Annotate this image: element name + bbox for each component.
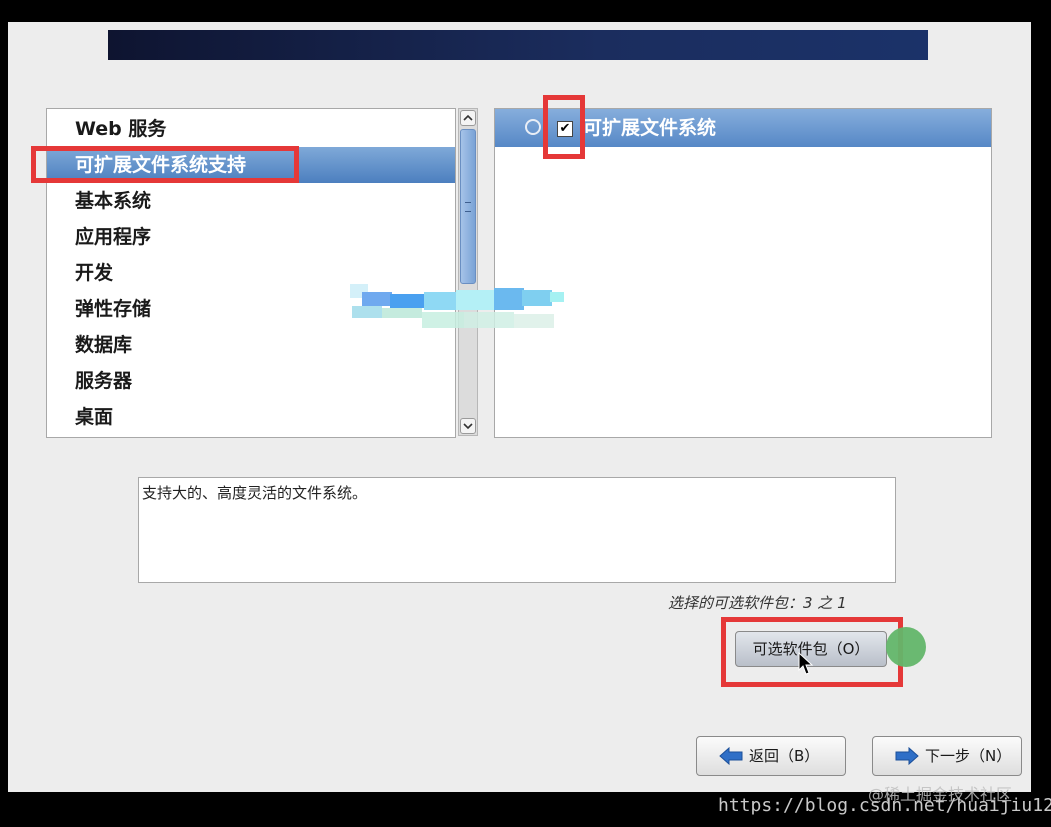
blurred-overlay <box>350 284 564 328</box>
selected-packages-count: 选择的可选软件包：3 之 1 <box>668 594 847 612</box>
click-indicator <box>886 627 926 667</box>
group-item-databases[interactable]: 数据库 <box>47 327 455 363</box>
back-button[interactable]: 返回（B） <box>696 736 846 776</box>
back-button-label: 返回（B） <box>749 747 820 765</box>
group-item-desktop[interactable]: 桌面 <box>47 399 455 435</box>
highlight-checkbox <box>543 95 585 159</box>
scrollbar-thumb[interactable] <box>460 129 476 284</box>
watermark-url: https://blog.csdn.net/huaijiu123 <box>718 795 1051 816</box>
group-list-scrollbar[interactable] <box>458 108 478 436</box>
group-description-box: 支持大的、高度灵活的文件系统。 <box>138 477 896 583</box>
group-item-servers[interactable]: 服务器 <box>47 363 455 399</box>
group-item-applications[interactable]: 应用程序 <box>47 219 455 255</box>
group-description: 支持大的、高度灵活的文件系统。 <box>142 484 368 502</box>
package-label: 可扩展文件系统 <box>583 117 717 139</box>
next-button[interactable]: 下一步（N） <box>872 736 1022 776</box>
installer-banner <box>108 30 928 60</box>
screen: Web 服务 可扩展文件系统支持 基本系统 应用程序 开发 弹性存储 数据库 服… <box>0 0 1051 827</box>
chevron-down-icon[interactable] <box>460 418 476 434</box>
highlight-group-item <box>31 146 299 183</box>
arrow-right-icon <box>895 747 919 765</box>
group-item-web[interactable]: Web 服务 <box>47 109 455 147</box>
radio-icon <box>525 119 541 135</box>
mouse-cursor-icon <box>798 652 814 675</box>
next-button-label: 下一步（N） <box>925 747 1012 765</box>
arrow-left-icon <box>719 747 743 765</box>
chevron-up-icon[interactable] <box>460 110 476 126</box>
grip-icon <box>465 202 471 212</box>
group-item-base-system[interactable]: 基本系统 <box>47 183 455 219</box>
